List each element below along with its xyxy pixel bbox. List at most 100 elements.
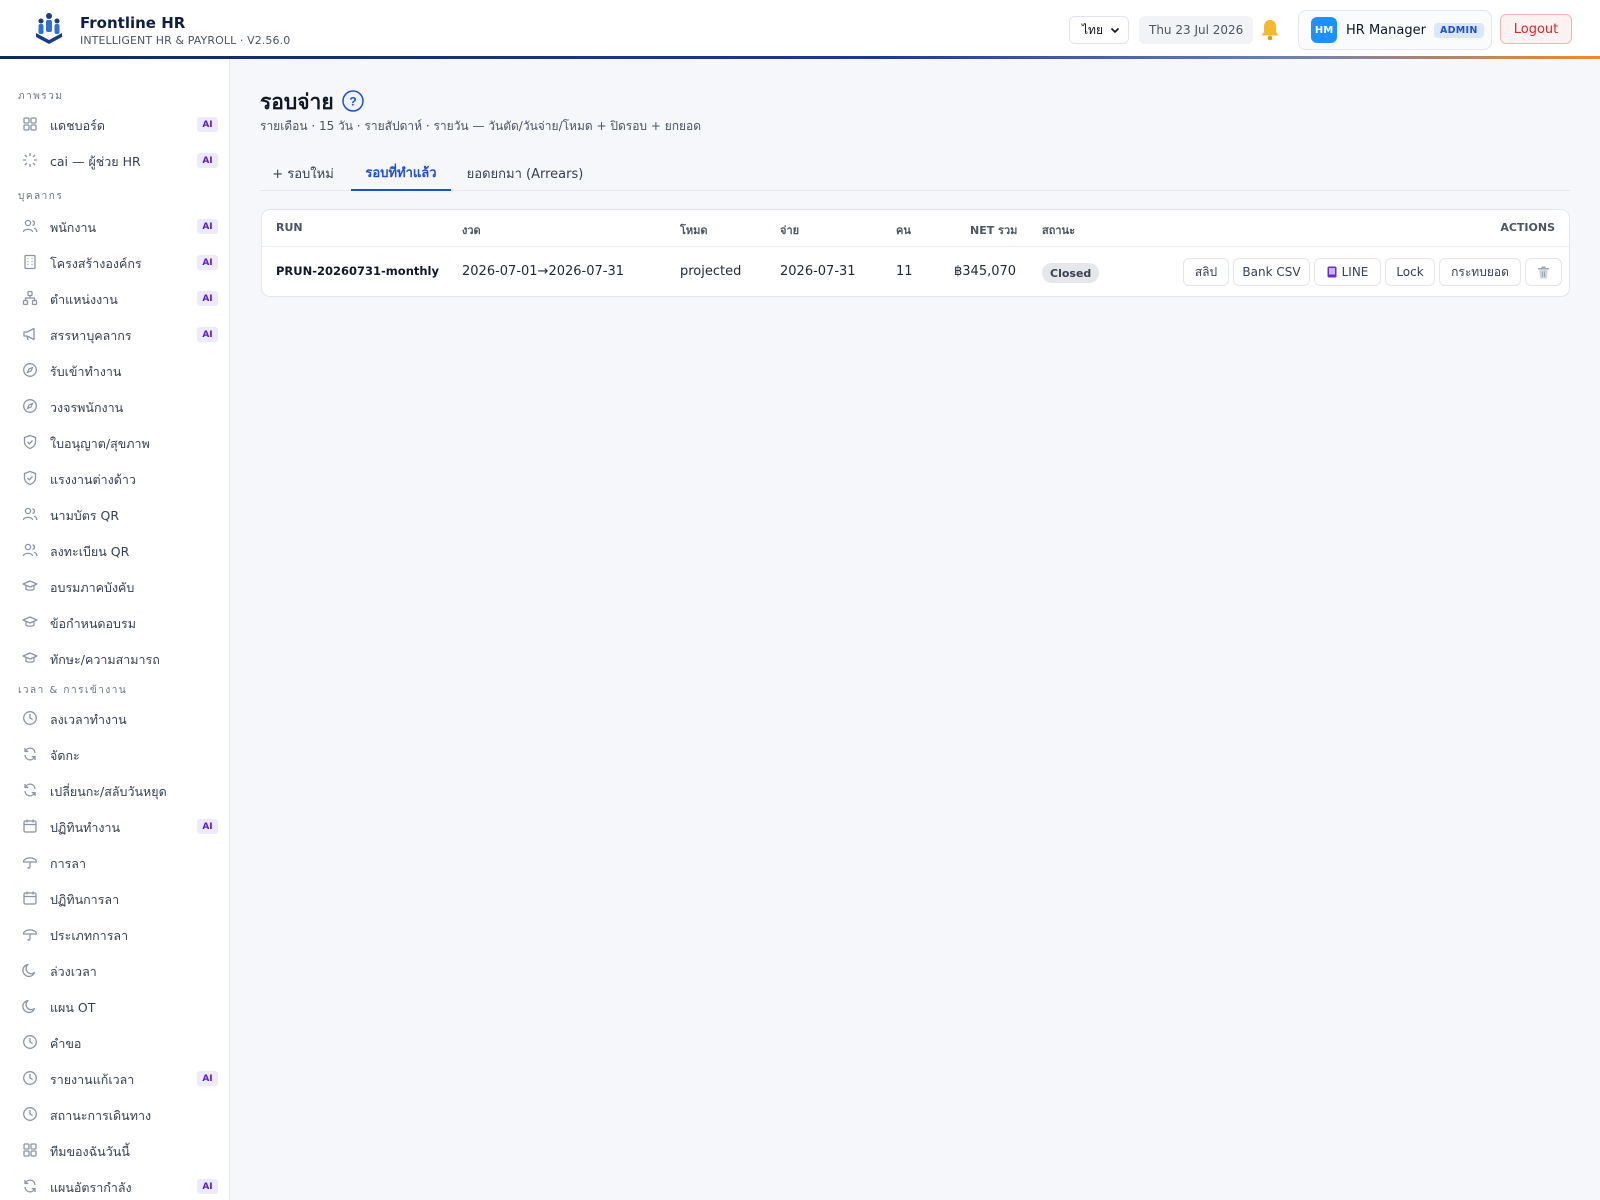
sidebar-item-11[interactable]: นามบัตร QR	[10, 499, 218, 529]
user-name: HR Manager	[1346, 22, 1426, 38]
column-header-run: RUN	[276, 221, 303, 234]
sidebar-item-21[interactable]: ปฏิทินการลา	[10, 883, 218, 913]
sidebar-item-label: รายงานแก้เวลา	[50, 1072, 135, 1087]
sidebar-item-26[interactable]: รายงานแก้เวลา AI	[10, 1063, 218, 1093]
sidebar-item-4[interactable]: โครงสร้างองค์กร AI	[10, 247, 218, 277]
sidebar-item-22[interactable]: ประเภทการลา	[10, 919, 218, 949]
current-date: Thu 23 Jul 2026	[1139, 16, 1254, 44]
chevron-down-icon	[1110, 27, 1120, 34]
user-menu[interactable]: HM HR Manager ADMIN	[1298, 10, 1492, 50]
language-select[interactable]: ไทย	[1069, 16, 1129, 44]
sidebar-item-label: คำขอ	[50, 1036, 82, 1051]
column-header-people: คน	[896, 224, 911, 237]
tab-new-run[interactable]: + รอบใหม่	[260, 156, 346, 191]
sidebar-section-label: เวลา & การเข้างาน	[18, 685, 128, 696]
sidebar-item-24[interactable]: แผน OT	[10, 991, 218, 1021]
lock-button[interactable]: Lock	[1385, 258, 1435, 286]
sidebar-item-label: ทีมของฉันวันนี้	[50, 1144, 130, 1159]
sidebar-item-10[interactable]: แรงงานต่างด้าว	[10, 463, 218, 493]
sidebar-item-label: ลงเวลาทำงาน	[50, 712, 127, 727]
column-header-status: สถานะ	[1042, 224, 1075, 237]
sidebar-item-20[interactable]: การลา	[10, 847, 218, 877]
sidebar-item-19[interactable]: ปฏิทินทำงาน AI	[10, 811, 218, 841]
sidebar-item-label: สถานะการเดินทาง	[50, 1108, 152, 1123]
umbrella-icon	[22, 929, 38, 941]
sparkle-icon	[23, 153, 37, 167]
role-badge: ADMIN	[1433, 22, 1484, 38]
compass-icon	[23, 363, 37, 377]
sidebar-item-3[interactable]: พนักงาน AI	[10, 211, 218, 241]
header-accent-line	[0, 56, 1600, 59]
sidebar-item-12[interactable]: ลงทะเบียน QR	[10, 535, 218, 565]
users-icon	[22, 219, 38, 233]
column-header-mode: โหมด	[680, 224, 708, 237]
grid-icon	[23, 1143, 37, 1157]
sidebar-item-label: สรรหาบุคลากร	[50, 328, 132, 343]
building-icon	[24, 254, 36, 270]
line-button[interactable]: LINE	[1314, 258, 1381, 286]
sidebar-item-17[interactable]: จัดกะ	[10, 739, 218, 769]
bank-csv-button[interactable]: Bank CSV	[1233, 258, 1310, 286]
sidebar-item-27[interactable]: สถานะการเดินทาง	[10, 1099, 218, 1129]
ai-badge: AI	[197, 1071, 218, 1086]
tab-arrears[interactable]: ยอดยกมา (Arrears)	[460, 156, 590, 191]
payroll-runs-table: RUN งวด โหมด จ่าย คน NET รวม สถานะ ACTIO…	[261, 209, 1570, 297]
sidebar-item-label: ลงทะเบียน QR	[50, 544, 130, 559]
sidebar-item-label: ประเภทการลา	[50, 928, 129, 943]
sidebar-item-13[interactable]: อบรมภาคบังคับ	[10, 571, 218, 601]
graduation-cap-icon	[22, 652, 38, 663]
page-title: รอบจ่าย	[260, 90, 334, 114]
sidebar-item-label: ล่วงเวลา	[50, 964, 97, 979]
run-id[interactable]: PRUN-20260731-monthly	[276, 264, 439, 278]
compass-icon	[23, 399, 37, 413]
sidebar-item-7[interactable]: รับเข้าทำงาน	[10, 355, 218, 385]
logo-icon	[36, 13, 62, 44]
line-button-label: LINE	[1341, 265, 1369, 279]
reconcile-button[interactable]: กระทบยอด	[1439, 258, 1521, 286]
calendar-icon	[23, 819, 37, 833]
sidebar: ภาพรวม บุคลากร เวลา & การเข้างาน แดชบอร์ด AI…	[0, 59, 230, 1200]
sidebar-item-18[interactable]: เปลี่ยนกะ/สลับวันหยุด	[10, 775, 218, 805]
delete-button[interactable]	[1525, 258, 1562, 286]
sidebar-item-9[interactable]: ใบอนุญาต/สุขภาพ	[10, 427, 218, 457]
calendar-icon	[23, 891, 37, 905]
sidebar-item-label: แผนอัตรากำลัง	[50, 1180, 132, 1195]
sidebar-item-label: พนักงาน	[50, 220, 97, 235]
sidebar-item-25[interactable]: คำขอ	[10, 1027, 218, 1057]
ai-badge: AI	[197, 819, 218, 834]
status-badge: Closed	[1042, 263, 1100, 283]
sidebar-item-2[interactable]: cai — ผู้ช่วย HR AI	[10, 145, 218, 175]
sidebar-item-1[interactable]: แดชบอร์ด AI	[10, 109, 218, 139]
clock-icon	[23, 1035, 37, 1049]
sidebar-item-23[interactable]: ล่วงเวลา	[10, 955, 218, 985]
sidebar-item-16[interactable]: ลงเวลาทำงาน	[10, 703, 218, 733]
help-icon[interactable]: ?	[342, 90, 364, 112]
run-net-total: ฿345,070	[954, 264, 1017, 279]
logout-button[interactable]: Logout	[1500, 14, 1572, 44]
sidebar-item-label: รับเข้าทำงาน	[50, 364, 122, 379]
sidebar-item-15[interactable]: ทักษะ/ความสามารถ	[10, 643, 218, 673]
sidebar-item-label: ตำแหน่งงาน	[50, 292, 118, 307]
sidebar-item-label: ปฏิทินทำงาน	[50, 820, 121, 835]
sidebar-item-14[interactable]: ข้อกำหนดอบรม	[10, 607, 218, 637]
sidebar-item-label: การลา	[50, 856, 86, 871]
sidebar-item-28[interactable]: ทีมของฉันวันนี้	[10, 1135, 218, 1165]
ai-badge: AI	[197, 255, 218, 270]
brand-subtitle: INTELLIGENT HR & PAYROLL · V2.56.0	[80, 34, 291, 47]
slip-button[interactable]: สลิป	[1183, 258, 1229, 286]
sidebar-item-29[interactable]: แผนอัตรากำลัง AI	[10, 1171, 218, 1200]
org-chart-icon	[22, 290, 38, 306]
refresh-icon	[24, 1179, 36, 1193]
tab-completed-runs[interactable]: รอบที่ทำแล้ว	[351, 156, 451, 191]
users-icon	[22, 543, 38, 557]
sidebar-item-label: ปฏิทินการลา	[50, 892, 120, 907]
sidebar-item-label: ทักษะ/ความสามารถ	[50, 652, 160, 667]
ai-badge: AI	[197, 327, 218, 342]
sidebar-item-5[interactable]: ตำแหน่งงาน AI	[10, 283, 218, 313]
bell-icon[interactable]	[1259, 18, 1281, 42]
sidebar-item-6[interactable]: สรรหาบุคลากร AI	[10, 319, 218, 349]
run-pay-date: 2026-07-31	[780, 264, 856, 279]
sidebar-item-8[interactable]: วงจรพนักงาน	[10, 391, 218, 421]
brand-title: Frontline HR	[80, 14, 186, 32]
sidebar-item-label: อบรมภาคบังคับ	[50, 580, 135, 595]
